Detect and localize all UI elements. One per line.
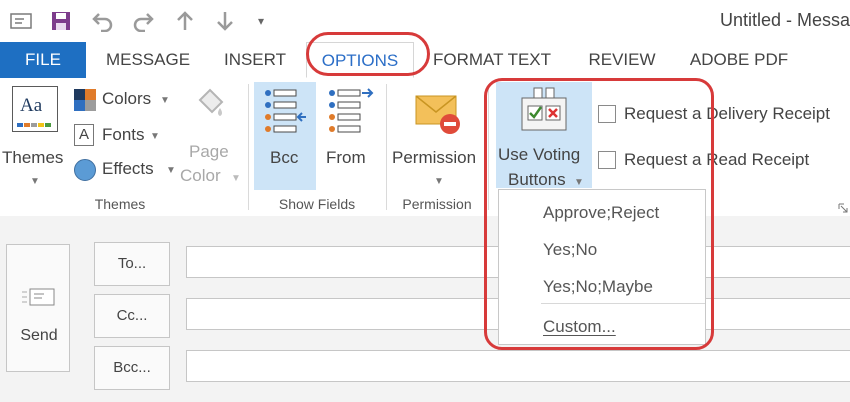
permission-group-label: Permission: [402, 196, 472, 212]
colors-label: Colors: [102, 89, 152, 108]
down-arrow-icon[interactable]: [212, 8, 238, 34]
mail-icon[interactable]: [8, 8, 34, 34]
theme-icon: Aa: [12, 86, 58, 132]
cc-button[interactable]: Cc...: [94, 294, 170, 338]
colors-icon: [74, 89, 96, 111]
from-button[interactable]: From: [322, 82, 380, 190]
tab-insert[interactable]: INSERT: [214, 42, 296, 78]
compose-header: Send To... Cc... Bcc...: [0, 216, 850, 402]
bcc-field[interactable]: [186, 350, 850, 382]
fonts-label: Fonts: [102, 125, 145, 144]
options-tab-annotation: [306, 32, 430, 76]
tab-file[interactable]: FILE: [0, 42, 86, 78]
ribbon: Aa Themes ▼ Colors ▼ A Fonts ▼ Effects ▼…: [0, 78, 850, 217]
effects-button[interactable]: Effects ▼: [74, 158, 184, 182]
bcc-icon: [262, 88, 308, 134]
tab-review[interactable]: REVIEW: [578, 42, 666, 78]
show-fields-group-label: Show Fields: [278, 196, 356, 212]
permission-button[interactable]: Permission ▼: [390, 82, 484, 190]
customize-qat-icon[interactable]: ▾: [248, 8, 274, 34]
from-icon: [326, 88, 374, 134]
group-divider: [386, 84, 387, 210]
themes-label: Themes: [2, 148, 64, 167]
group-divider: [248, 84, 249, 210]
permission-label: Permission: [392, 148, 477, 167]
undo-icon[interactable]: [90, 8, 116, 34]
page-color-label-line2: Color: [180, 166, 221, 185]
paint-bucket-icon: [194, 86, 226, 126]
bcc-field-button[interactable]: Bcc...: [94, 346, 170, 390]
effects-label: Effects: [102, 159, 154, 178]
voting-annotation: [484, 78, 714, 350]
page-color-button[interactable]: Page Color ▼: [180, 86, 242, 190]
fonts-button[interactable]: A Fonts ▼: [74, 124, 174, 148]
window-title: Untitled - Messa: [719, 10, 850, 30]
tab-format-text[interactable]: FORMAT TEXT: [424, 42, 560, 78]
to-button[interactable]: To...: [94, 242, 170, 286]
effects-icon: [74, 159, 96, 181]
send-button[interactable]: Send: [6, 244, 70, 372]
themes-group-label: Themes: [94, 196, 146, 212]
themes-group: Aa Themes ▼ Colors ▼ A Fonts ▼ Effects ▼…: [0, 78, 248, 216]
themes-button[interactable]: Aa Themes ▼: [2, 84, 66, 188]
page-color-label-line1: Page: [189, 142, 229, 161]
bcc-label: Bcc: [270, 148, 299, 167]
tab-message[interactable]: MESSAGE: [96, 42, 200, 78]
dialog-launcher-icon[interactable]: [838, 200, 848, 213]
send-envelope-icon: [22, 283, 56, 311]
bcc-button[interactable]: Bcc: [254, 82, 316, 190]
quick-access-toolbar: ▾ Untitled - Messa: [0, 0, 850, 42]
permission-envelope-icon: [414, 90, 462, 136]
tab-adobe-pdf[interactable]: ADOBE PDF: [680, 42, 798, 78]
from-label: From: [326, 148, 366, 167]
colors-button[interactable]: Colors ▼: [74, 88, 174, 112]
save-icon[interactable]: [48, 8, 74, 34]
redo-icon[interactable]: [130, 8, 156, 34]
up-arrow-icon[interactable]: [172, 8, 198, 34]
fonts-icon: A: [74, 124, 94, 146]
send-label: Send: [20, 327, 58, 344]
